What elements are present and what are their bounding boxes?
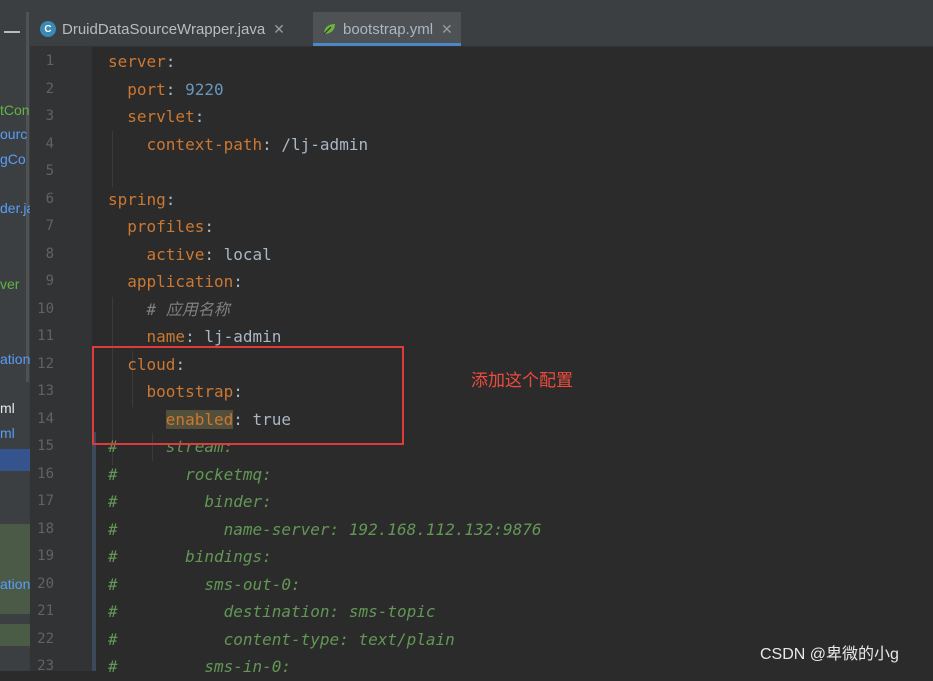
line-number: 2 bbox=[45, 80, 54, 97]
close-icon[interactable]: ✕ bbox=[273, 21, 285, 38]
code-token: port bbox=[108, 79, 166, 99]
line-number: 23 bbox=[37, 658, 54, 674]
line-number: 7 bbox=[45, 218, 54, 234]
spring-leaf-icon bbox=[321, 21, 337, 37]
line-number: 4 bbox=[45, 135, 54, 152]
line-number: 20 bbox=[37, 575, 54, 592]
line-number-gutter: 1 2 3 4 5 6 7 8 9 10 11 12 13 14 15 16 17 18 19 20 21 22 23 bbox=[30, 47, 105, 674]
collapse-icon[interactable] bbox=[4, 31, 20, 33]
code-token: # binder: bbox=[108, 492, 272, 511]
code-line[interactable]: profiles: bbox=[108, 213, 214, 241]
project-highlight-block bbox=[0, 524, 30, 614]
line-number: 13 bbox=[37, 383, 54, 399]
code-line[interactable]: server: bbox=[108, 48, 175, 76]
code-token: : bbox=[165, 189, 176, 209]
line-number: 8 bbox=[45, 245, 54, 262]
line-number: 16 bbox=[37, 465, 54, 482]
code-token: spring bbox=[108, 189, 166, 209]
line-number: 14 bbox=[37, 410, 54, 427]
project-highlight-row bbox=[0, 624, 30, 646]
line-number: 18 bbox=[37, 520, 54, 537]
editor-tab-bar: C DruidDataSourceWrapper.java ✕ bootstra… bbox=[30, 12, 933, 47]
code-token: : lj-admin bbox=[185, 327, 282, 346]
line-number: 11 bbox=[37, 328, 54, 344]
line-number: 15 bbox=[37, 438, 54, 454]
project-selected-row[interactable] bbox=[0, 449, 30, 471]
project-tree-item[interactable]: ml bbox=[0, 425, 15, 441]
code-token: server bbox=[108, 52, 166, 71]
active-tab-indicator bbox=[313, 43, 461, 46]
tab-bootstrap-yml[interactable]: bootstrap.yml ✕ bbox=[313, 12, 461, 46]
line-number: 9 bbox=[45, 273, 54, 289]
line-number: 19 bbox=[37, 548, 54, 564]
line-number: 3 bbox=[45, 108, 54, 124]
tab-druid-datasource-wrapper[interactable]: C DruidDataSourceWrapper.java ✕ bbox=[40, 12, 285, 46]
tab-label: bootstrap.yml bbox=[343, 20, 434, 38]
line-number: 1 bbox=[45, 53, 54, 69]
annotation-note: 添加这个配置 bbox=[471, 371, 573, 390]
code-line[interactable]: port: 9220 bbox=[108, 76, 224, 104]
project-tree-item[interactable]: ation bbox=[0, 576, 30, 592]
code-token: : bbox=[165, 52, 176, 71]
project-tree-item[interactable]: ation bbox=[0, 351, 30, 367]
watermark: CSDN @卑微的小g bbox=[760, 646, 899, 663]
project-panel: tCon ourc gCo der.ja ver ation ml ml ation bbox=[0, 12, 30, 671]
project-tree-item[interactable]: ourc bbox=[0, 126, 27, 142]
highlight-box bbox=[92, 346, 404, 445]
line-number: 6 bbox=[45, 190, 54, 207]
code-token: # name-server: 192.168.112.132:9876 bbox=[108, 519, 542, 539]
code-token: servlet bbox=[108, 107, 195, 126]
code-token: name bbox=[108, 327, 186, 346]
project-tree-item[interactable]: ver bbox=[0, 276, 19, 292]
code-line[interactable]: spring: bbox=[108, 186, 175, 214]
code-token: # sms-out-0: bbox=[108, 574, 301, 594]
code-line[interactable]: # sms-in-0: bbox=[108, 653, 291, 681]
code-line[interactable]: # 应用名称 bbox=[108, 296, 230, 324]
line-number: 12 bbox=[37, 355, 54, 372]
code-token: application bbox=[108, 272, 234, 291]
line-number: 17 bbox=[37, 493, 54, 509]
code-token: # bindings: bbox=[108, 547, 272, 566]
comment-change-marker bbox=[92, 432, 96, 671]
code-line[interactable]: active: local bbox=[108, 241, 272, 269]
project-tree-item[interactable]: ml bbox=[0, 400, 15, 416]
project-tree-item[interactable]: tCon bbox=[0, 102, 30, 118]
code-token: : bbox=[194, 107, 205, 126]
code-token: : local bbox=[204, 244, 272, 264]
project-tree-item[interactable]: der.ja bbox=[0, 200, 30, 216]
project-scrollbar[interactable] bbox=[26, 12, 29, 382]
project-tree-item[interactable]: gCo bbox=[0, 151, 26, 167]
code-line[interactable]: # destination: sms-topic bbox=[108, 598, 436, 626]
code-line[interactable]: servlet: bbox=[108, 103, 204, 131]
code-line[interactable]: application: bbox=[108, 268, 243, 296]
code-line[interactable]: # binder: bbox=[108, 488, 272, 516]
tab-label: DruidDataSourceWrapper.java bbox=[62, 20, 266, 38]
code-line[interactable]: # name-server: 192.168.112.132:9876 bbox=[108, 516, 541, 544]
code-token: # destination: sms-topic bbox=[108, 602, 436, 621]
code-token: # rocketmq: bbox=[108, 464, 272, 484]
code-line[interactable]: # sms-out-0: bbox=[108, 571, 301, 599]
close-icon[interactable]: ✕ bbox=[441, 21, 453, 38]
code-token: : bbox=[165, 79, 186, 99]
code-token: : bbox=[233, 272, 243, 291]
code-token: # 应用名称 bbox=[108, 299, 230, 319]
code-token: 9220 bbox=[185, 79, 224, 99]
code-line[interactable]: # rocketmq: bbox=[108, 461, 272, 489]
line-number: 21 bbox=[37, 603, 54, 619]
line-number: 22 bbox=[37, 630, 54, 647]
code-line[interactable]: context-path: /lj-admin bbox=[108, 131, 369, 159]
code-token: : bbox=[204, 217, 214, 236]
code-line[interactable]: # content-type: text/plain bbox=[108, 626, 455, 654]
line-number: 5 bbox=[45, 163, 54, 179]
line-number: 10 bbox=[37, 300, 54, 317]
code-token: context-path bbox=[108, 134, 263, 154]
code-token: # content-type: text/plain bbox=[108, 629, 455, 649]
code-token: # sms-in-0: bbox=[108, 657, 292, 676]
code-token: profiles bbox=[108, 217, 205, 236]
class-icon: C bbox=[40, 21, 56, 37]
code-line[interactable]: # bindings: bbox=[108, 543, 272, 571]
title-bar bbox=[0, 0, 933, 12]
code-token: : /lj-admin bbox=[262, 134, 369, 154]
code-token: active bbox=[108, 244, 205, 264]
